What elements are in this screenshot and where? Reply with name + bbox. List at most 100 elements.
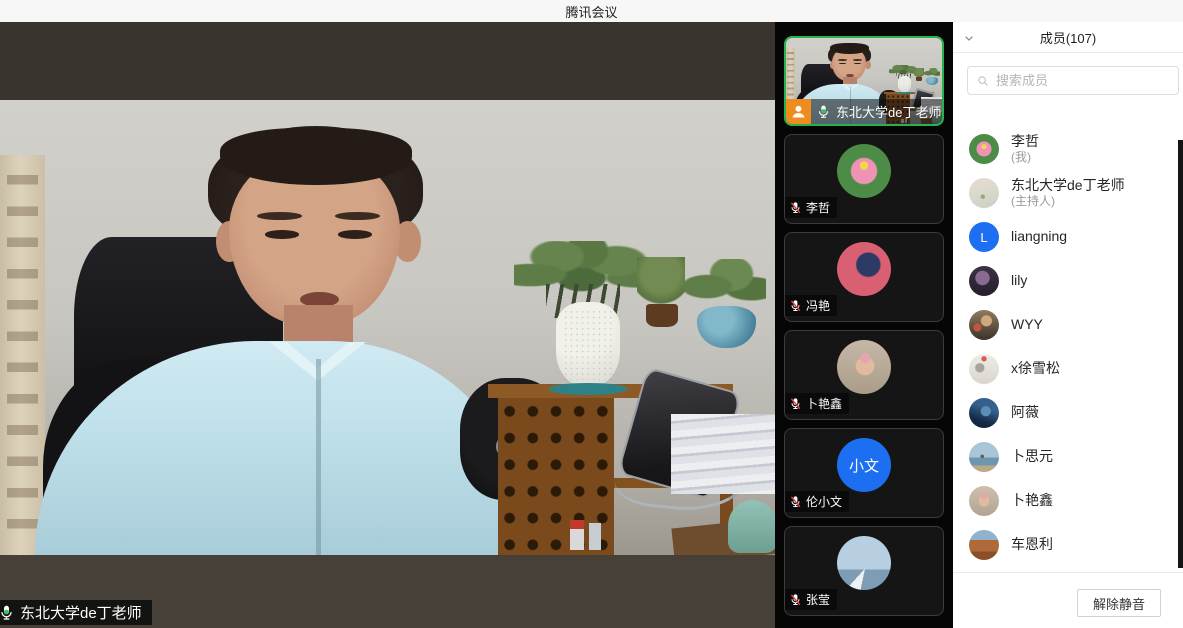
members-panel-header: 成员(107) bbox=[953, 22, 1183, 53]
scene-decoration bbox=[793, 106, 805, 118]
member-row-liangning[interactable]: L liangning bbox=[953, 215, 1183, 259]
scene-decoration: x徐雪松 bbox=[1011, 360, 1060, 378]
small-bottle bbox=[589, 523, 601, 549]
avatar-pastel-plant-photo bbox=[969, 178, 999, 208]
speaker-eyebrow bbox=[335, 212, 380, 220]
member-row-李哲[interactable]: 李哲 (我) bbox=[953, 127, 1183, 171]
thumbnail-name: 冯艳 bbox=[806, 297, 830, 314]
member-name: 阿薇 bbox=[1011, 404, 1039, 422]
member-name: 东北大学de丁老师 bbox=[1011, 177, 1125, 195]
scene-decoration bbox=[791, 202, 799, 212]
main-video-area: 东北大学de丁老师 bbox=[0, 22, 775, 628]
scene-decoration bbox=[979, 76, 987, 84]
member-row-阿薇[interactable]: 阿薇 bbox=[953, 391, 1183, 435]
thumbnail-label: 李哲 bbox=[785, 197, 837, 218]
member-role: (我) bbox=[1011, 150, 1039, 165]
thumbnail-name: 张莹 bbox=[806, 591, 830, 608]
microphone-live-icon bbox=[816, 104, 831, 119]
blue-ceramic-pot bbox=[697, 306, 756, 348]
thumbnail-冯艳[interactable]: 冯艳 bbox=[784, 232, 944, 322]
member-role: (主持人) bbox=[1011, 194, 1125, 209]
microphone-muted-icon bbox=[789, 299, 802, 312]
scene-decoration bbox=[791, 496, 799, 506]
avatar-woman-portrait-photo bbox=[969, 310, 999, 340]
member-name: lily bbox=[1011, 272, 1027, 290]
window-title: 腾讯会议 bbox=[565, 2, 617, 21]
thumbnail-label: 冯艳 bbox=[785, 295, 837, 316]
speaker-eyebrow bbox=[838, 59, 847, 60]
thumbnail-东北大学de丁老师[interactable]: 东北大学de丁老师 bbox=[784, 36, 944, 126]
members-panel: 成员(107) 李哲 (我) 东北大学de丁老师 (主持人) L liangni… bbox=[953, 22, 1183, 628]
avatar-anime-character-photo bbox=[837, 242, 891, 296]
member-name: 卜艳鑫 bbox=[1011, 492, 1053, 510]
member-name: x徐雪松 bbox=[1011, 360, 1060, 378]
scene-decoration: 卜艳鑫 bbox=[1011, 492, 1053, 510]
member-row-WYY[interactable]: WYY bbox=[953, 303, 1183, 347]
thumbnail-张莹[interactable]: 张莹 bbox=[784, 526, 944, 616]
thumbnail-name: 李哲 bbox=[806, 199, 830, 216]
members-panel-title: 成员(107) bbox=[1040, 28, 1096, 47]
teal-bowl bbox=[728, 500, 775, 552]
microphone-muted-icon bbox=[789, 495, 802, 508]
scene-decoration: 车恩利 bbox=[1011, 536, 1053, 554]
vase-dish bbox=[897, 92, 913, 94]
thumbnail-李哲[interactable]: 李哲 bbox=[784, 134, 944, 224]
avatar-blue-initials: 小文 bbox=[837, 438, 891, 492]
window-titlebar: 腾讯会议 bbox=[0, 0, 1183, 22]
search-icon bbox=[976, 74, 990, 88]
avatar-white-cat-photo bbox=[969, 354, 999, 384]
member-name: liangning bbox=[1011, 228, 1067, 246]
microphone-muted-icon bbox=[789, 397, 802, 410]
member-list: 李哲 (我) 东北大学de丁老师 (主持人) L liangning lily … bbox=[953, 119, 1183, 572]
thumbnail-name: 卜艳鑫 bbox=[806, 395, 842, 412]
scene-decoration bbox=[791, 300, 799, 310]
speaker-shirt-placket bbox=[316, 359, 321, 555]
member-row-卜思元[interactable]: 卜思元 bbox=[953, 435, 1183, 479]
member-name: 卜思元 bbox=[1011, 448, 1053, 466]
scene-decoration bbox=[966, 37, 973, 40]
avatar-dark-blue-photo bbox=[969, 398, 999, 428]
scene-decoration bbox=[563, 309, 614, 380]
speaker-eyebrow bbox=[257, 212, 302, 220]
speaker-eye bbox=[338, 230, 372, 239]
scene-decoration bbox=[570, 520, 584, 529]
main-video-frame bbox=[0, 100, 775, 555]
scene-decoration bbox=[7, 175, 38, 543]
avatar-baby-photo bbox=[837, 340, 891, 394]
main-speaker-name: 东北大学de丁老师 bbox=[20, 602, 142, 623]
scene-decoration bbox=[899, 78, 909, 91]
member-search-box[interactable] bbox=[967, 66, 1179, 95]
avatar-blue-initial: L bbox=[969, 222, 999, 252]
member-row-东北大学de丁老师[interactable]: 东北大学de丁老师 (主持人) bbox=[953, 171, 1183, 215]
thumbnail-卜艳鑫[interactable]: 卜艳鑫 bbox=[784, 330, 944, 420]
unmute-button[interactable]: 解除静音 bbox=[1077, 589, 1161, 617]
member-row-卜艳鑫[interactable]: 卜艳鑫 bbox=[953, 479, 1183, 523]
blue-ceramic-pot bbox=[926, 77, 938, 85]
scene-decoration bbox=[790, 103, 807, 120]
thumbnail-name: 伦小文 bbox=[806, 493, 842, 510]
scene-decoration: liangning bbox=[1011, 228, 1067, 246]
scene-decoration: 卜思元 bbox=[1011, 448, 1053, 466]
member-row-x徐雪松[interactable]: x徐雪松 bbox=[953, 347, 1183, 391]
member-search-input[interactable] bbox=[996, 73, 1170, 88]
speaker-hair-bangs bbox=[220, 128, 412, 185]
white-vase bbox=[898, 76, 911, 92]
members-panel-footer: 解除静音 bbox=[953, 572, 1183, 628]
small-plant bbox=[637, 257, 685, 309]
member-name: 车恩利 bbox=[1011, 536, 1053, 554]
speaker-eye bbox=[265, 230, 299, 239]
member-row-lily[interactable]: lily bbox=[953, 259, 1183, 303]
thumbnail-label: 卜艳鑫 bbox=[785, 393, 849, 414]
meeting-app-window: 腾讯会议 bbox=[0, 0, 1183, 628]
thumbnail-strip: 东北大学de丁老师 李哲 冯艳 卜艳鑫 小文 伦小文 张莹 bbox=[775, 22, 953, 628]
member-row-车恩利[interactable]: 车恩利 bbox=[953, 523, 1183, 567]
scene-decoration: 东北大学de丁老师 (主持人) bbox=[1011, 177, 1125, 210]
microphone-muted-icon bbox=[789, 201, 802, 214]
vase-dish bbox=[549, 383, 627, 394]
member-name: WYY bbox=[1011, 316, 1043, 334]
scene-decoration bbox=[2, 606, 11, 619]
member-list-scrollbar[interactable] bbox=[1178, 140, 1183, 568]
thumbnail-伦小文[interactable]: 小文 伦小文 bbox=[784, 428, 944, 518]
avatar-desert-landscape-photo bbox=[969, 530, 999, 560]
chevron-down-icon[interactable] bbox=[961, 30, 977, 46]
